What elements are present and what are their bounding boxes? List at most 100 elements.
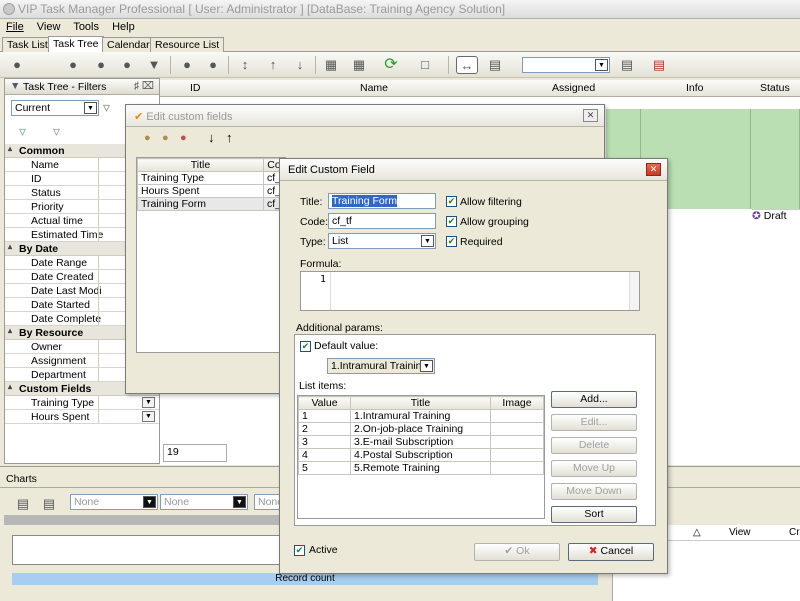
- delete-button[interactable]: Delete: [551, 437, 637, 454]
- tab-task-tree[interactable]: Task Tree: [48, 36, 104, 53]
- task-edit-icon[interactable]: ●: [64, 56, 82, 74]
- allow-filtering-checkbox[interactable]: ✔: [446, 196, 457, 207]
- chevron-down-icon[interactable]: ▼: [142, 397, 155, 408]
- col-created[interactable]: Cre: [789, 527, 800, 538]
- move-down-icon[interactable]: ↓: [291, 56, 309, 74]
- filter-add-icon[interactable]: ▿: [19, 123, 26, 140]
- record-count-label: Record count: [275, 573, 335, 584]
- col-info[interactable]: Info: [686, 82, 704, 94]
- list-cell-title: 1.Intramural Training: [350, 409, 491, 423]
- menu-tools[interactable]: Tools: [73, 21, 99, 33]
- toolbar-select[interactable]: ▼: [522, 57, 610, 73]
- menu-file[interactable]: File: [6, 21, 24, 33]
- add-button[interactable]: Add...: [551, 391, 637, 408]
- ok-label: Ok: [516, 545, 530, 557]
- chevron-down-icon: ▼: [143, 496, 156, 508]
- required-checkbox[interactable]: ✔: [446, 236, 457, 247]
- chart-select-1[interactable]: None ▼: [70, 494, 158, 510]
- col-name[interactable]: Name: [360, 82, 388, 94]
- col-image[interactable]: Image: [490, 396, 544, 410]
- ok-button[interactable]: ✔ Ok: [474, 543, 560, 561]
- field-delete-icon[interactable]: ●: [180, 132, 187, 144]
- allow-filtering-label: Allow filtering: [460, 196, 522, 208]
- menu-view[interactable]: View: [37, 21, 61, 33]
- chevron-down-icon[interactable]: ▼: [142, 411, 155, 422]
- chart-export-icon[interactable]: ▤: [40, 495, 58, 513]
- col-title[interactable]: Title: [350, 396, 491, 410]
- chart-select-2[interactable]: None ▼: [160, 494, 248, 510]
- close-icon[interactable]: ✕: [646, 163, 661, 176]
- current-filter-select[interactable]: Current ▼: [11, 100, 99, 116]
- export-icon[interactable]: ▤: [618, 56, 636, 74]
- pin-icon[interactable]: ♯: [134, 80, 139, 92]
- default-value-select[interactable]: 1.Intramural Training ▼: [327, 358, 435, 374]
- custom-fields-dialog-title: Edit custom fields: [146, 111, 233, 123]
- type-select[interactable]: List ▼: [328, 233, 436, 249]
- active-checkbox[interactable]: ✔: [294, 545, 305, 556]
- col-view[interactable]: View: [729, 527, 751, 538]
- table-row[interactable]: Hours Spent cf_: [137, 184, 286, 198]
- field-down-icon[interactable]: ↓: [208, 130, 215, 145]
- print-icon[interactable]: □: [416, 56, 434, 74]
- col-id[interactable]: ID: [190, 82, 201, 94]
- field-up-icon[interactable]: ↑: [226, 130, 233, 145]
- title-input[interactable]: Training Form: [328, 193, 436, 209]
- charts-title: Charts: [6, 473, 37, 485]
- filter-row-label: Date Started: [31, 299, 90, 311]
- tree-expand-icon[interactable]: ▦: [322, 56, 340, 74]
- field-add-icon[interactable]: ●: [144, 132, 151, 144]
- delete-filter-icon[interactable]: ▤: [650, 56, 668, 74]
- filter-clear-icon[interactable]: ▿: [53, 123, 60, 140]
- menu-help[interactable]: Help: [112, 21, 135, 33]
- table-row[interactable]: 1 1.Intramural Training: [298, 409, 544, 423]
- allow-grouping-checkbox[interactable]: ✔: [446, 216, 457, 227]
- sort-updown-icon[interactable]: ↕: [236, 56, 254, 74]
- filter-icon[interactable]: ▼: [145, 56, 163, 74]
- tree-collapse-icon[interactable]: ▦: [350, 56, 368, 74]
- edit-button[interactable]: Edit...: [551, 414, 637, 431]
- column-icon[interactable]: ▤: [486, 56, 504, 74]
- edit-custom-field-dialog: Edit Custom Field ✕ Title: Training Form…: [279, 158, 668, 574]
- task-delete-icon[interactable]: ●: [118, 56, 136, 74]
- col-status[interactable]: Status: [760, 82, 790, 94]
- code-input-value: cf_tf: [332, 215, 352, 227]
- close-icon[interactable]: ⌧: [142, 80, 154, 92]
- filter-apply-icon[interactable]: ▿: [103, 99, 110, 116]
- table-row[interactable]: 5 5.Remote Training: [298, 461, 544, 475]
- formula-scrollbar[interactable]: [629, 272, 639, 310]
- table-row[interactable]: Training Type cf_: [137, 171, 286, 185]
- col-title[interactable]: Title: [137, 158, 264, 172]
- table-row[interactable]: 2 2.On-job-place Training: [298, 422, 544, 436]
- table-row[interactable]: 3 3.E-mail Subscription: [298, 435, 544, 449]
- close-icon[interactable]: ✕: [583, 109, 598, 122]
- table-row[interactable]: Training Form cf_: [137, 197, 286, 211]
- filter-row-label: Date Last Modi: [31, 285, 102, 297]
- refresh-icon[interactable]: ⟳: [382, 56, 400, 74]
- list-items-table: Value Title Image 1 1.Intramural Training 2 2…: [297, 395, 545, 519]
- tab-resource-list[interactable]: Resource List: [150, 37, 225, 52]
- code-input[interactable]: cf_tf: [328, 213, 436, 229]
- formula-editor[interactable]: 1: [300, 271, 640, 311]
- move-up-button[interactable]: Move Up: [551, 460, 637, 477]
- field-edit-icon[interactable]: ●: [162, 132, 169, 144]
- default-value-checkbox[interactable]: ✔: [300, 341, 311, 352]
- col-value[interactable]: Value: [298, 396, 351, 410]
- resource-add-icon[interactable]: ●: [204, 56, 222, 74]
- filter-row-label: Status: [31, 187, 61, 199]
- filter-row[interactable]: Training Type ▼: [5, 396, 159, 410]
- resource-icon[interactable]: ●: [178, 56, 196, 74]
- sort-button[interactable]: Sort: [551, 506, 637, 523]
- move-up-icon[interactable]: ↑: [264, 56, 282, 74]
- fit-width-icon[interactable]: ↔: [456, 56, 478, 74]
- move-down-button[interactable]: Move Down: [551, 483, 637, 500]
- filter-row[interactable]: Hours Spent ▼: [5, 410, 159, 424]
- tab-task-list[interactable]: Task List: [2, 37, 53, 52]
- col-assigned[interactable]: Assigned: [552, 82, 595, 94]
- task-view-icon[interactable]: ●: [92, 56, 110, 74]
- table-row[interactable]: 4 4.Postal Subscription: [298, 448, 544, 462]
- edit-field-title-bar: Edit Custom Field ✕: [280, 159, 667, 181]
- new-task-icon[interactable]: ●: [8, 56, 26, 74]
- tab-calendar[interactable]: Calendar: [102, 37, 155, 52]
- cancel-button[interactable]: ✖ Cancel: [568, 543, 654, 561]
- chart-print-icon[interactable]: ▤: [14, 495, 32, 513]
